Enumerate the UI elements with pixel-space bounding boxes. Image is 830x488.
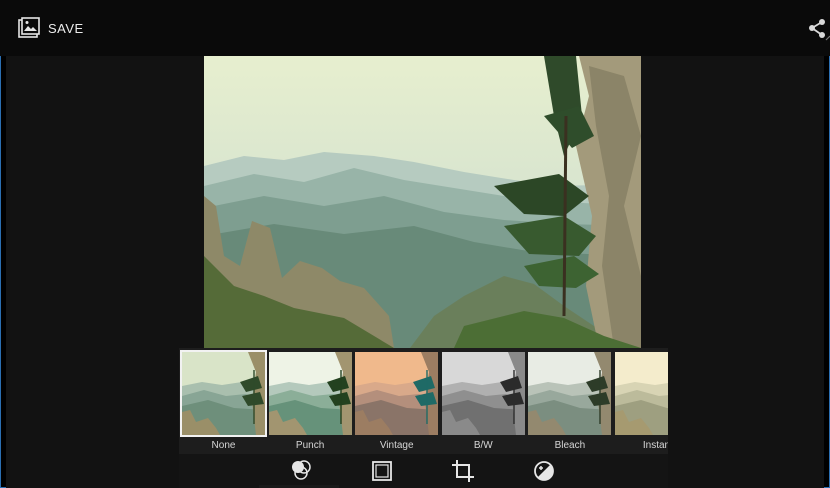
landscape-photo bbox=[204, 56, 641, 348]
filter-thumb-vintage[interactable] bbox=[355, 352, 439, 435]
save-label: SAVE bbox=[48, 20, 84, 36]
action-bar: SAVE bbox=[0, 0, 830, 56]
gallery-save-icon bbox=[18, 17, 40, 38]
filter-preview-image bbox=[268, 352, 352, 435]
filter-thumb-punch[interactable] bbox=[268, 352, 352, 435]
filter-preview-image bbox=[441, 352, 525, 435]
filter-thumb-bleach[interactable] bbox=[528, 352, 612, 435]
editor-toolbar bbox=[179, 454, 668, 488]
filter-preview-image bbox=[182, 352, 265, 435]
share-icon[interactable] bbox=[804, 16, 830, 42]
frame-border-icon[interactable] bbox=[369, 458, 395, 484]
filter-thumb-none[interactable] bbox=[180, 350, 267, 437]
filter-preview-image bbox=[528, 352, 612, 435]
filter-label-none: None bbox=[211, 440, 236, 451]
filter-label-vintage: Vintage bbox=[379, 440, 414, 451]
filter-preview-image bbox=[615, 352, 668, 435]
save-button[interactable]: SAVE bbox=[18, 14, 84, 42]
exposure-adjust-icon[interactable] bbox=[531, 458, 557, 484]
filter-thumb-bw[interactable] bbox=[441, 352, 525, 435]
photo-preview[interactable] bbox=[204, 56, 641, 348]
filter-preview-image bbox=[355, 352, 439, 435]
filter-strip: None Punch Vintage B/W Bleach Instan bbox=[179, 348, 668, 454]
filter-thumb-instant[interactable] bbox=[615, 352, 668, 435]
filter-label-bw: B/W bbox=[473, 440, 493, 451]
filter-label-bleach: Bleach bbox=[554, 440, 586, 451]
filter-label-punch: Punch bbox=[295, 440, 325, 451]
color-filters-icon[interactable] bbox=[288, 458, 314, 484]
crop-icon[interactable] bbox=[450, 458, 476, 484]
filter-label-instant: Instan bbox=[642, 440, 668, 451]
